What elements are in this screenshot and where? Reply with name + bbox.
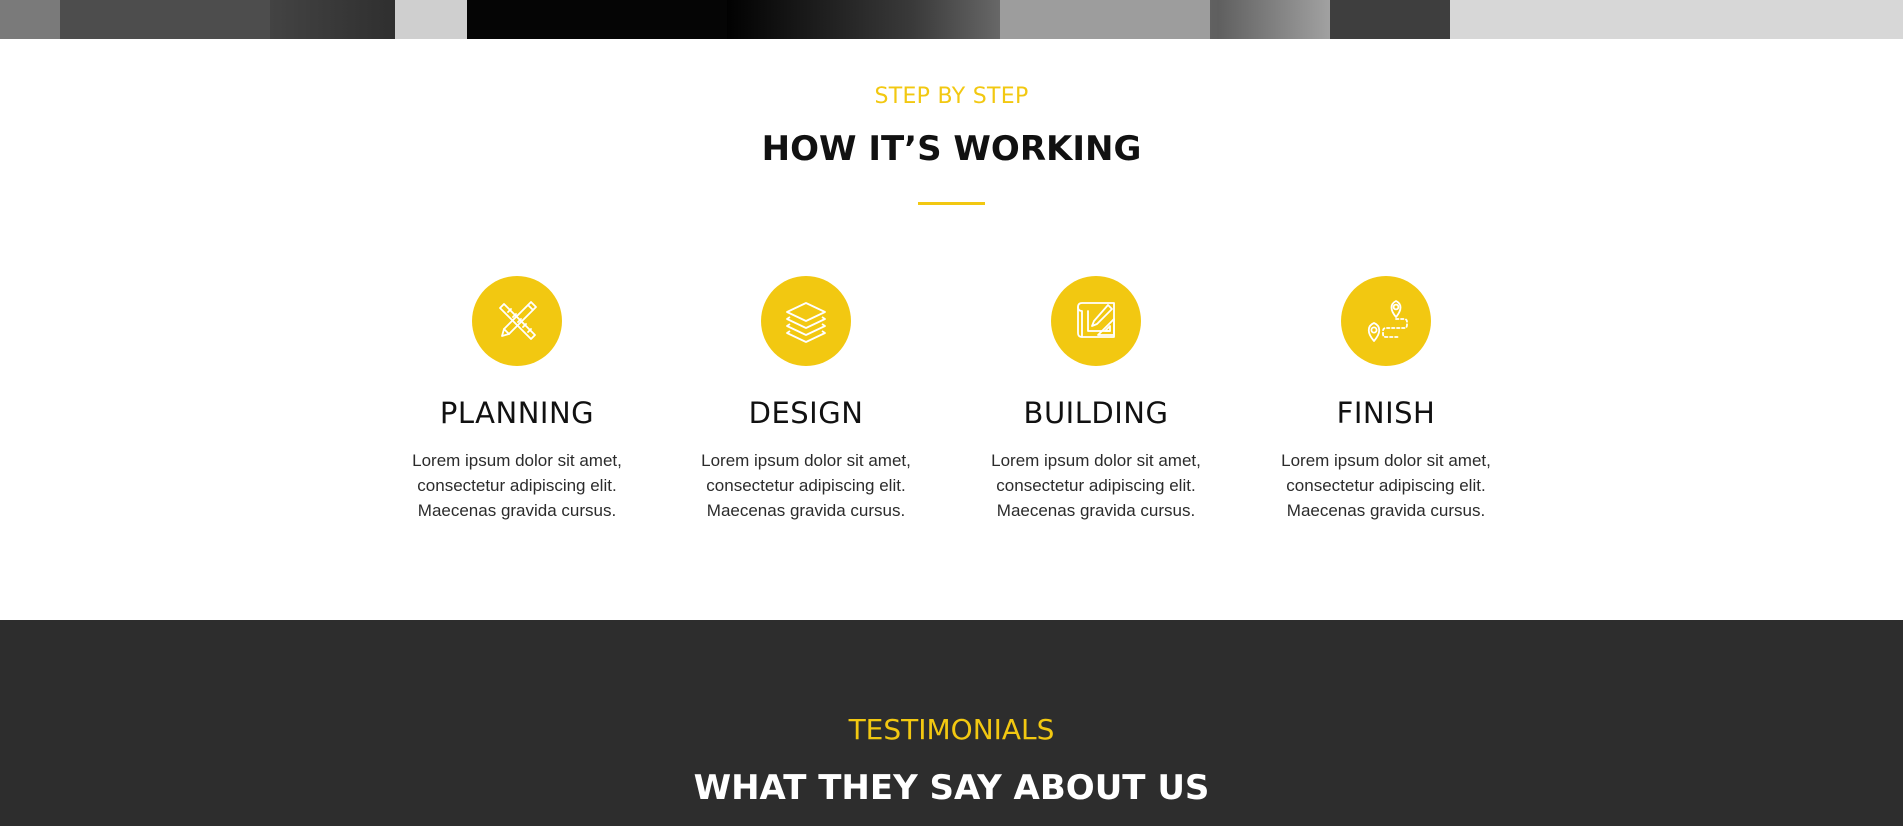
testimonials-section: TESTIMONIALS WHAT THEY SAY ABOUT US: [0, 620, 1903, 826]
testimonials-title: WHAT THEY SAY ABOUT US: [693, 768, 1210, 808]
step-title: FINISH: [1336, 396, 1436, 430]
step-icon-circle: [1051, 276, 1141, 366]
steps-list: PLANNING Lorem ipsum dolor sit amet, con…: [0, 39, 1903, 620]
step-title: BUILDING: [1023, 396, 1169, 430]
step-description: Lorem ipsum dolor sit amet, consectetur …: [991, 451, 1201, 520]
testimonials-eyebrow: TESTIMONIALS: [848, 713, 1055, 746]
layers-icon: [786, 302, 826, 343]
how-it-works-section: STEP BY STEP HOW IT’S WORKING PLANNING L…: [0, 39, 1903, 620]
step-planning: PLANNING Lorem ipsum dolor sit amet, con…: [392, 276, 642, 523]
step-icon-circle: [761, 276, 851, 366]
pencil-ruler-icon: [499, 301, 537, 340]
step-title: DESIGN: [748, 396, 864, 430]
step-icon-circle: [472, 276, 562, 366]
step-description: Lorem ipsum dolor sit amet, consectetur …: [412, 451, 622, 520]
step-title: PLANNING: [439, 396, 595, 430]
step-description: Lorem ipsum dolor sit amet, consectetur …: [701, 451, 911, 520]
blueprint-icon: [1077, 302, 1115, 338]
step-building: BUILDING Lorem ipsum dolor sit amet, con…: [971, 276, 1221, 523]
route-pins-icon: [1367, 300, 1408, 342]
step-icon-circle: [1341, 276, 1431, 366]
step-finish: FINISH Lorem ipsum dolor sit amet, conse…: [1261, 276, 1511, 523]
step-description: Lorem ipsum dolor sit amet, consectetur …: [1281, 451, 1491, 520]
step-design: DESIGN Lorem ipsum dolor sit amet, conse…: [681, 276, 931, 523]
hero-image-strip: [0, 0, 1903, 39]
